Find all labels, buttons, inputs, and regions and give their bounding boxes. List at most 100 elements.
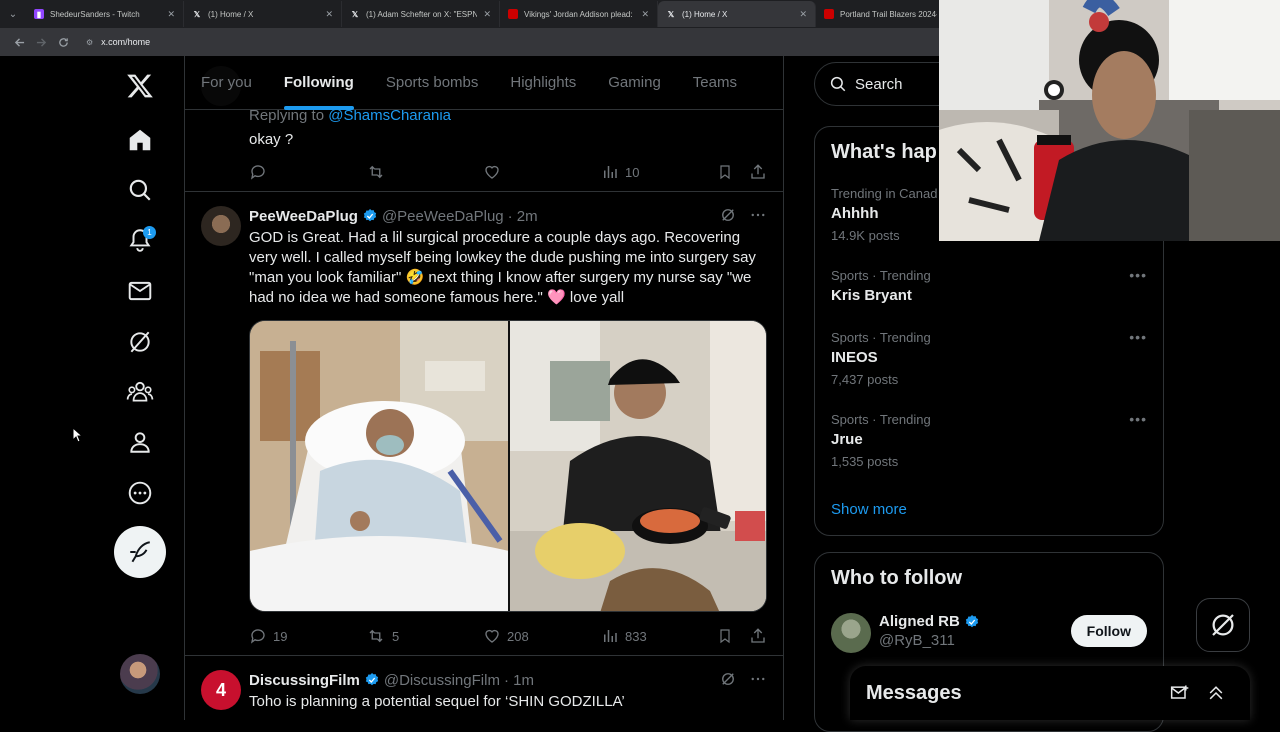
grok-icon[interactable] xyxy=(120,322,160,362)
suggestion-avatar[interactable] xyxy=(831,613,871,653)
trend-item[interactable]: Sports · Trending INEOS 7,437 posts ••• xyxy=(831,329,1147,391)
suggestion-handle: @RyB_311 xyxy=(879,632,955,649)
reply-button[interactable]: 19 xyxy=(249,627,287,645)
tab-teams[interactable]: Teams xyxy=(677,56,753,110)
tab-title: (1) Home / X xyxy=(208,9,254,19)
author-handle[interactable]: @PeeWeeDaPlug xyxy=(382,208,504,225)
more-options-icon[interactable] xyxy=(749,670,767,688)
more-icon[interactable] xyxy=(120,473,160,513)
share-button[interactable] xyxy=(749,163,773,181)
browser-tab[interactable]: 𝕏 (1) Home / X ✕ xyxy=(184,1,342,27)
tweet[interactable]: 4 DiscussingFilm @DiscussingFilm · 1m To… xyxy=(185,656,783,720)
more-options-icon[interactable]: ••• xyxy=(1129,267,1147,283)
search-icon[interactable] xyxy=(120,170,160,210)
more-options-icon[interactable] xyxy=(749,206,767,224)
tab-highlights[interactable]: Highlights xyxy=(494,56,592,110)
repost-icon xyxy=(369,629,383,643)
new-message-icon[interactable] xyxy=(1170,683,1190,703)
bookmark-button[interactable] xyxy=(717,163,739,181)
views-icon xyxy=(604,630,617,642)
browser-tab[interactable]: 𝕏 (1) Adam Schefter on X: "ESPN ✕ xyxy=(342,1,500,27)
close-icon[interactable]: ✕ xyxy=(167,9,175,20)
communities-icon[interactable] xyxy=(120,372,160,412)
tab-for-you[interactable]: For you xyxy=(185,56,268,110)
tweet-menu xyxy=(719,670,767,688)
tab-following[interactable]: Following xyxy=(268,56,370,110)
browser-tab-active[interactable]: 𝕏 (1) Home / X ✕ xyxy=(658,1,816,27)
author-name[interactable]: DiscussingFilm xyxy=(249,672,360,689)
messages-icon[interactable] xyxy=(120,271,160,311)
follow-button[interactable]: Follow xyxy=(1070,615,1147,647)
repost-button[interactable]: 5 xyxy=(366,627,399,645)
views-button[interactable]: 833 xyxy=(601,627,647,645)
like-button[interactable]: 208 xyxy=(483,627,529,645)
search-placeholder: Search xyxy=(855,75,903,93)
tab-search-menu-icon[interactable]: ⌄ xyxy=(0,0,26,28)
messages-drawer[interactable]: Messages xyxy=(850,666,1250,720)
forward-icon[interactable] xyxy=(30,31,52,53)
grok-floating-button[interactable] xyxy=(1196,598,1250,652)
espn-icon xyxy=(508,9,518,19)
close-icon[interactable]: ✕ xyxy=(799,9,807,20)
author-name[interactable]: PeeWeeDaPlug xyxy=(249,208,358,225)
notifications-icon[interactable]: 1 xyxy=(120,220,160,260)
bookmark-button[interactable] xyxy=(717,627,739,645)
site-info-icon[interactable]: ⚙ xyxy=(86,38,93,47)
address-bar[interactable]: ⚙ x.com/home xyxy=(80,31,920,53)
more-options-icon[interactable]: ••• xyxy=(1129,411,1147,427)
close-icon[interactable]: ✕ xyxy=(483,9,491,20)
trend-item[interactable]: Sports · Trending Kris Bryant ••• xyxy=(831,267,1147,307)
back-icon[interactable] xyxy=(8,31,30,53)
share-button[interactable] xyxy=(749,627,773,645)
show-more-link[interactable]: Show more xyxy=(831,501,907,518)
twitch-icon: ▮ xyxy=(34,9,44,19)
close-icon[interactable]: ✕ xyxy=(325,9,333,20)
verified-badge-icon xyxy=(363,209,377,222)
repost-button[interactable] xyxy=(366,163,392,181)
heart-icon xyxy=(485,629,499,643)
home-icon[interactable] xyxy=(120,120,160,160)
tweet-time[interactable]: · 1m xyxy=(504,672,534,689)
tab-sports-bombs[interactable]: Sports bombs xyxy=(370,56,495,110)
timeline-tabs: For you Following Sports bombs Highlight… xyxy=(185,56,783,110)
tweet-author-avatar[interactable] xyxy=(201,206,241,246)
trend-name: Kris Bryant xyxy=(831,287,912,304)
browser-tab[interactable]: ▮ ShedeurSanders - Twitch ✕ xyxy=(26,1,184,27)
x-icon: 𝕏 xyxy=(351,9,359,19)
tweet-time[interactable]: · 2m xyxy=(508,208,538,225)
trend-item[interactable]: Sports · Trending Jrue 1,535 posts ••• xyxy=(831,411,1147,473)
close-icon[interactable]: ✕ xyxy=(641,9,649,20)
hospital-photo[interactable] xyxy=(250,321,508,611)
browser-tab[interactable]: Vikings' Jordan Addison plead: ✕ xyxy=(500,1,658,27)
profile-icon[interactable] xyxy=(120,422,160,462)
eating-photo[interactable] xyxy=(510,321,766,611)
reload-icon[interactable] xyxy=(52,31,74,53)
browser-tab[interactable]: Portland Trail Blazers 2024-2 xyxy=(816,1,946,27)
account-avatar[interactable] xyxy=(120,654,160,694)
more-options-icon[interactable]: ••• xyxy=(1129,329,1147,345)
like-button[interactable] xyxy=(483,163,507,181)
trend-count: 1,535 posts xyxy=(831,454,899,469)
tweet-media[interactable] xyxy=(249,320,767,612)
post-button[interactable] xyxy=(114,526,166,578)
tweet-actions: 10 xyxy=(249,162,767,182)
tweet-author-avatar[interactable]: 4 xyxy=(201,670,241,710)
grok-icon[interactable] xyxy=(719,670,737,688)
views-count: 833 xyxy=(625,628,647,644)
tweet-header: DiscussingFilm @DiscussingFilm · 1m xyxy=(249,670,767,690)
views-button[interactable]: 10 xyxy=(601,163,639,181)
mouse-cursor-icon xyxy=(72,427,84,443)
notification-badge: 1 xyxy=(143,226,156,239)
chevron-up-icon[interactable] xyxy=(1206,683,1226,703)
tab-title: (1) Adam Schefter on X: "ESPN xyxy=(366,9,478,19)
tab-title: (1) Home / X xyxy=(682,9,728,19)
x-logo-icon[interactable] xyxy=(120,66,160,106)
author-handle[interactable]: @DiscussingFilm xyxy=(384,672,500,689)
reply-button[interactable] xyxy=(249,163,273,181)
tweet[interactable]: PeeWeeDaPlug @PeeWeeDaPlug · 2m GOD is G… xyxy=(185,192,783,656)
verified-badge-icon xyxy=(365,673,378,686)
suggestion-info[interactable]: Aligned RB @RyB_311 xyxy=(879,613,984,649)
tab-gaming[interactable]: Gaming xyxy=(592,56,677,110)
grok-icon[interactable] xyxy=(719,206,737,224)
reply-icon xyxy=(250,165,265,180)
